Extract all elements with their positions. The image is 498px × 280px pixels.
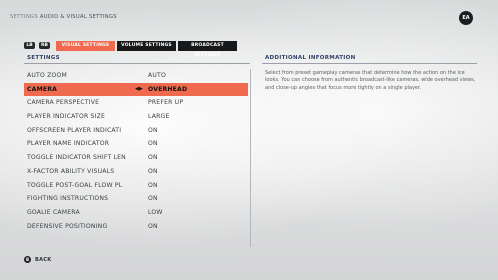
setting-row-toggle-indicator-shift[interactable]: TOGGLE INDICATOR SHIFT LEN ON — [24, 151, 248, 165]
setting-label: CAMERA PERSPECTIVE — [27, 99, 100, 107]
setting-value: ON — [148, 222, 158, 230]
breadcrumb: SETTINGS AUDIO & VISUAL SETTINGS — [10, 14, 117, 20]
setting-row-offscreen-player-indicator[interactable]: OFFSCREEN PLAYER INDICATI ON — [24, 124, 248, 138]
setting-row-fighting-instructions[interactable]: FIGHTING INSTRUCTIONS ON — [24, 192, 248, 206]
setting-value: LARGE — [148, 113, 170, 121]
setting-value: AUTO — [148, 72, 166, 79]
setting-label: FIGHTING INSTRUCTIONS — [27, 195, 109, 203]
b-button-icon[interactable]: B — [24, 256, 31, 263]
info-text: Select from preset gameplay cameras that… — [265, 70, 476, 91]
setting-row-camera[interactable]: CAMERA ◀▶ OVERHEAD — [24, 82, 248, 97]
setting-row-goalie-camera[interactable]: GOALIE CAMERA LOW — [24, 206, 248, 220]
setting-value: LOW — [148, 208, 163, 216]
setting-label: PLAYER INDICATOR SIZE — [27, 113, 106, 121]
setting-value: OVERHEAD — [148, 85, 188, 93]
tab-broadcast-settings[interactable]: BROADCAST SETTINGS — [178, 40, 237, 58]
setting-label: X-FACTOR ABILITY VISUALS — [27, 167, 115, 175]
setting-value: ON — [148, 181, 158, 189]
setting-row-camera-perspective[interactable]: CAMERA PERSPECTIVE PREFER UP — [24, 96, 248, 110]
setting-label: GOALIE CAMERA — [27, 208, 80, 216]
ea-logo: EA — [459, 11, 473, 25]
setting-label: TOGGLE INDICATOR SHIFT LEN — [27, 154, 126, 162]
info-heading: ADDITIONAL INFORMATION — [265, 55, 356, 61]
setting-row-auto-zoom[interactable]: AUTO ZOOM AUTO — [24, 69, 248, 83]
setting-label: DEFENSIVE POSITIONING — [27, 222, 108, 230]
setting-value: PREFER UP — [148, 99, 184, 107]
setting-row-player-name-indicator[interactable]: PLAYER NAME INDICATOR ON — [24, 137, 248, 151]
setting-value: ON — [148, 140, 158, 148]
settings-heading: SETTINGS — [27, 55, 60, 61]
tab-volume-settings[interactable]: VOLUME SETTINGS — [117, 40, 176, 51]
setting-label: TOGGLE POST-GOAL FLOW PL — [27, 181, 123, 189]
setting-value: ON — [148, 154, 158, 162]
setting-value: ON — [148, 195, 158, 203]
top-bar: SETTINGS AUDIO & VISUAL SETTINGS EA — [0, 0, 498, 36]
setting-row-defensive-positioning[interactable]: DEFENSIVE POSITIONING ON — [24, 220, 248, 234]
tab-visual-settings[interactable]: VISUAL SETTINGS — [56, 40, 115, 51]
tab-bar: LB RB VISUAL SETTINGS VOLUME SETTINGS BR… — [24, 40, 239, 58]
settings-divider — [24, 63, 250, 64]
settings-scrollbar[interactable] — [250, 69, 251, 247]
info-divider — [262, 63, 477, 64]
left-right-arrows-icon[interactable]: ◀▶ — [135, 83, 143, 97]
setting-value: ON — [148, 167, 158, 175]
rb-bumper-icon[interactable]: RB — [39, 42, 50, 49]
setting-label: AUTO ZOOM — [27, 72, 67, 79]
setting-value: ON — [148, 126, 158, 134]
breadcrumb-prefix: SETTINGS — [10, 14, 38, 20]
settings-list: AUTO ZOOM AUTO CAMERA ◀▶ OVERHEAD CAMERA… — [24, 69, 248, 233]
setting-row-x-factor-visuals[interactable]: X-FACTOR ABILITY VISUALS ON — [24, 165, 248, 179]
setting-label: OFFSCREEN PLAYER INDICATI — [27, 126, 122, 134]
setting-row-player-indicator-size[interactable]: PLAYER INDICATOR SIZE LARGE — [24, 110, 248, 124]
setting-label: PLAYER NAME INDICATOR — [27, 140, 110, 148]
lb-bumper-icon[interactable]: LB — [24, 42, 35, 49]
setting-row-post-goal-flow[interactable]: TOGGLE POST-GOAL FLOW PL ON — [24, 179, 248, 193]
setting-label: CAMERA — [27, 85, 58, 93]
footer: B BACK — [24, 256, 51, 263]
breadcrumb-title: AUDIO & VISUAL SETTINGS — [39, 14, 117, 20]
back-button[interactable]: BACK — [35, 257, 51, 263]
